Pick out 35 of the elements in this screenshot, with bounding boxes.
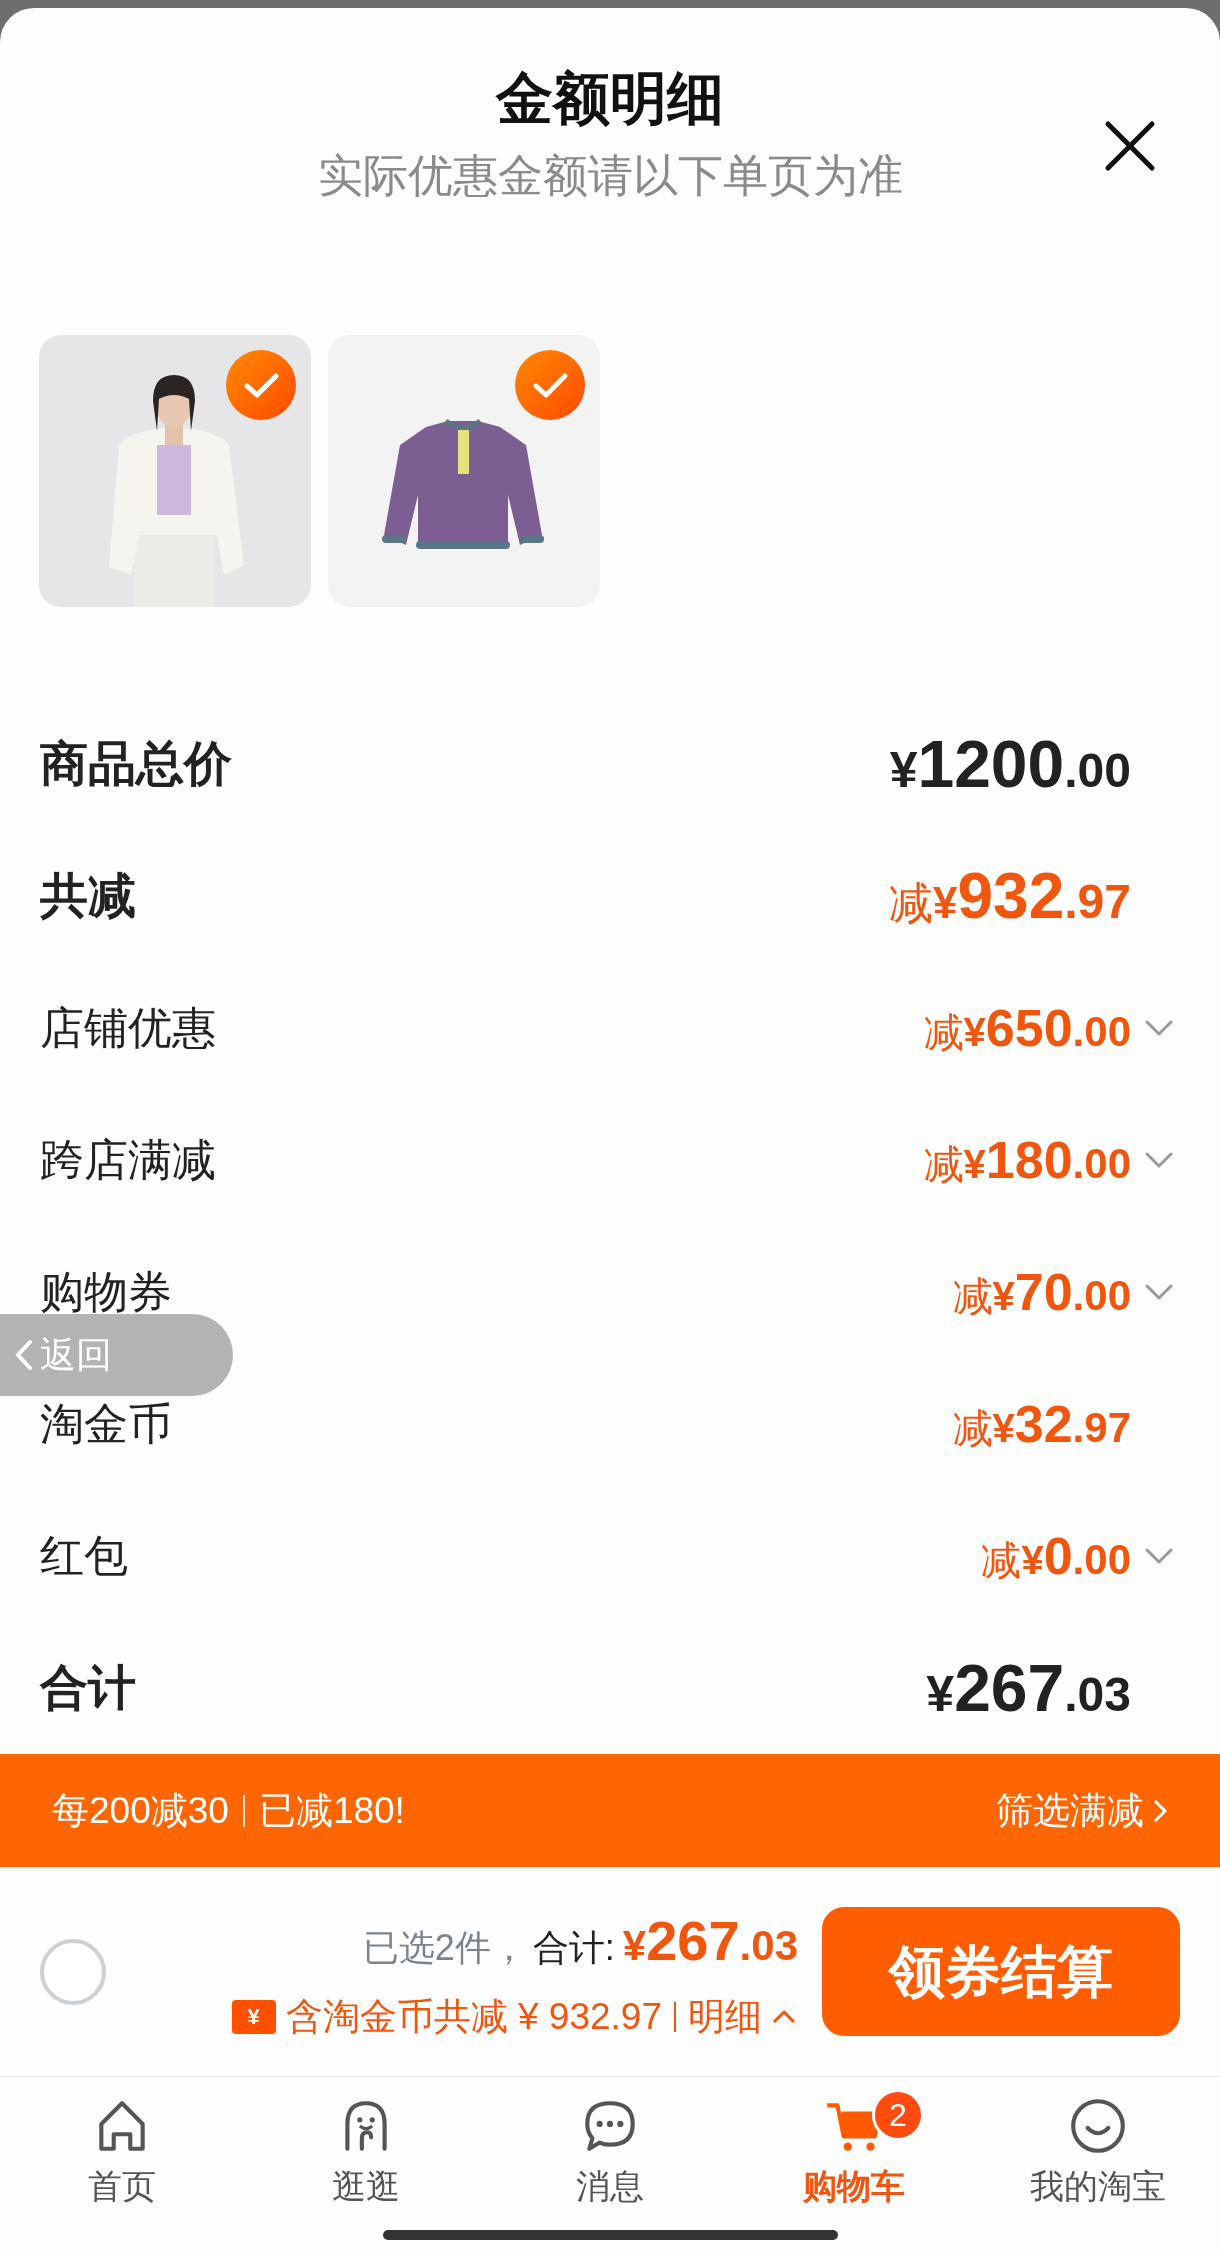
amount-text: 减¥650.00	[923, 1002, 1131, 1054]
amount-text: 减¥0.00	[981, 1530, 1131, 1582]
total-label: 合计:	[532, 1925, 615, 1970]
row-label: 跨店满减	[40, 1134, 216, 1186]
row-label: 店铺优惠	[40, 1002, 216, 1054]
row-label: 红包	[40, 1530, 128, 1582]
amount-text: 减¥180.00	[923, 1134, 1131, 1186]
row-label: 淘金币	[40, 1398, 172, 1450]
amount-text: 减¥32.97	[952, 1398, 1131, 1450]
row-label: 共减	[40, 868, 136, 924]
nav-tab[interactable]: 逛逛	[244, 2095, 488, 2227]
amount-text: ¥267.03	[926, 1655, 1131, 1721]
sheet-subtitle: 实际优惠金额请以下单页为准	[316, 153, 904, 198]
amount-text: ¥1200.00	[889, 731, 1131, 797]
count-badge: 2	[872, 2089, 924, 2141]
promo-rule: 每200减30	[52, 1788, 229, 1833]
nav-tab[interactable]: 我的淘宝	[976, 2095, 1220, 2227]
nav-tab[interactable]: 首页	[0, 2095, 244, 2227]
row-label: 商品总价	[40, 736, 232, 792]
row-label: 合计	[40, 1660, 136, 1716]
total-amount: ¥267.03	[622, 1907, 798, 1974]
coupon-badge: ¥	[231, 1999, 276, 2034]
detail-button[interactable]: 明细	[688, 1988, 798, 2045]
check-icon[interactable]	[515, 350, 585, 420]
back-button[interactable]: 返回	[0, 1314, 233, 1396]
filter-link[interactable]: 筛选满减	[996, 1782, 1168, 1839]
promo-status: 已减180!	[258, 1788, 405, 1833]
amount-text: 减¥70.00	[952, 1266, 1131, 1318]
sheet-title: 金额明细	[494, 70, 725, 127]
savings-text: 含淘金币共减 ¥ 932.97	[285, 1994, 662, 2039]
amount-text: 减¥932.97	[889, 864, 1131, 928]
nav-tab[interactable]: 消息	[488, 2095, 732, 2227]
checkout-button[interactable]: 领券结算	[822, 1907, 1180, 2036]
check-icon[interactable]	[226, 350, 296, 420]
selected-count: 已选2件，	[362, 1925, 527, 1970]
